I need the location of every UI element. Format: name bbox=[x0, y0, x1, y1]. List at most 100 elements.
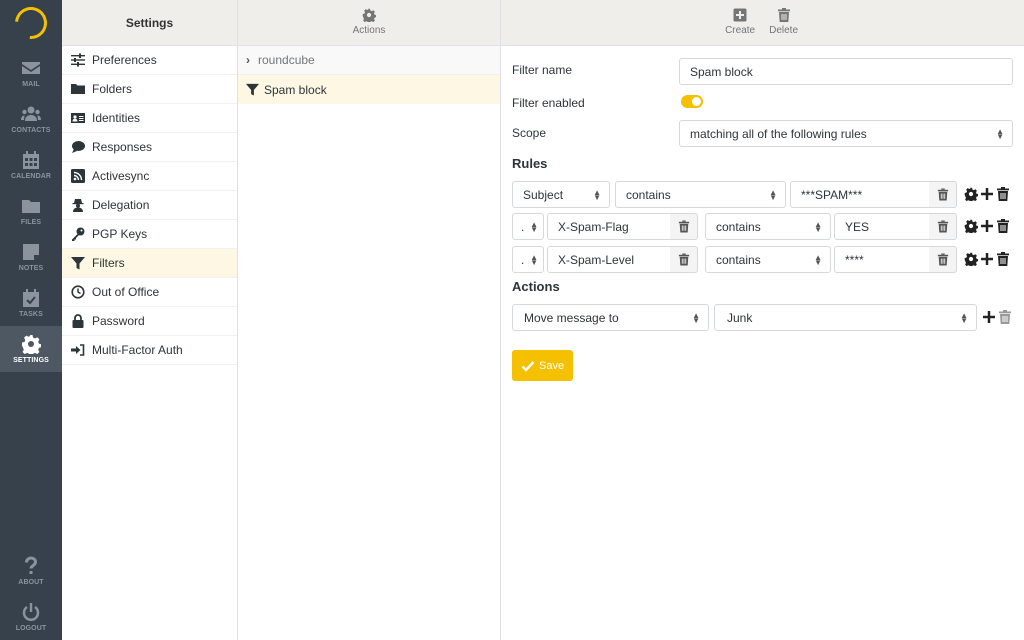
settings-item-label: Activesync bbox=[92, 169, 150, 183]
settings-item-filters[interactable]: Filters bbox=[62, 249, 237, 278]
rule-custom-header-value: X-Spam-Flag bbox=[558, 219, 629, 234]
nav-files[interactable]: FILES bbox=[0, 188, 62, 234]
settings-item-label: Preferences bbox=[92, 53, 157, 67]
filter-enabled-toggle[interactable] bbox=[681, 95, 703, 108]
filter-edit-panel: Create Delete Filter name Spam block Fil… bbox=[501, 0, 1024, 640]
nav-logout-label: LOGOUT bbox=[15, 625, 47, 632]
nav-calendar-label: CALENDAR bbox=[10, 173, 52, 180]
filter-set-row[interactable]: › roundcube bbox=[238, 46, 500, 75]
nav-about[interactable]: ABOUT bbox=[0, 548, 62, 594]
settings-item-delegation[interactable]: Delegation bbox=[62, 191, 237, 220]
action-type-select[interactable]: Move message to ▲ ▼ bbox=[512, 304, 709, 331]
scope-select[interactable]: matching all of the following rules ▲ ▼ bbox=[679, 120, 1013, 147]
actions-menu-button[interactable]: Actions bbox=[353, 8, 385, 36]
trash-icon bbox=[937, 188, 948, 201]
rule-custom-header-input[interactable]: X-Spam-Flag bbox=[547, 213, 671, 240]
trash-icon bbox=[678, 220, 689, 233]
nav-tasks[interactable]: TASKS bbox=[0, 280, 62, 326]
trash-icon bbox=[937, 220, 948, 233]
plus-icon[interactable] bbox=[980, 219, 994, 233]
create-button[interactable]: Create bbox=[725, 8, 755, 45]
clear-header-button[interactable] bbox=[670, 246, 698, 273]
settings-item-label: Identities bbox=[92, 111, 141, 125]
users-icon bbox=[21, 106, 41, 121]
folder-icon bbox=[22, 200, 40, 213]
trash-icon[interactable] bbox=[996, 219, 1010, 233]
scope-value: matching all of the following rules bbox=[690, 126, 867, 141]
nav-mail[interactable]: MAIL bbox=[0, 50, 62, 96]
rule-custom-header-value: X-Spam-Level bbox=[558, 252, 635, 267]
create-label: Create bbox=[725, 25, 756, 36]
plus-icon[interactable] bbox=[980, 187, 994, 201]
power-icon bbox=[22, 603, 40, 621]
delete-button[interactable]: Delete bbox=[769, 8, 798, 45]
nav-contacts-label: CONTACTS bbox=[11, 127, 51, 134]
gear-icon[interactable] bbox=[964, 219, 978, 233]
save-label: Save bbox=[539, 359, 565, 372]
settings-sidebar: Settings Preferences Folders Identities … bbox=[62, 0, 238, 640]
rule-value-input[interactable]: ***SPAM*** bbox=[790, 181, 930, 208]
settings-item-responses[interactable]: Responses bbox=[62, 133, 237, 162]
sliders-icon bbox=[70, 53, 85, 68]
nav-contacts[interactable]: CONTACTS bbox=[0, 96, 62, 142]
filter-name-input[interactable]: Spam block bbox=[679, 58, 1013, 85]
settings-item-folders[interactable]: Folders bbox=[62, 75, 237, 104]
rule-custom-header-input[interactable]: X-Spam-Level bbox=[547, 246, 671, 273]
settings-item-password[interactable]: Password bbox=[62, 307, 237, 336]
rule-value-input[interactable]: **** bbox=[834, 246, 930, 273]
nav-about-label: ABOUT bbox=[18, 579, 44, 586]
trash-icon[interactable] bbox=[998, 310, 1012, 324]
rule-header-select[interactable]: Subject ▲ ▼ bbox=[512, 181, 610, 208]
clear-value-button[interactable] bbox=[929, 181, 957, 208]
rule-actions bbox=[964, 252, 1010, 266]
clear-header-button[interactable] bbox=[670, 213, 698, 240]
settings-item-preferences[interactable]: Preferences bbox=[62, 46, 237, 75]
rule-value-input[interactable]: YES bbox=[834, 213, 930, 240]
settings-item-pgp-keys[interactable]: PGP Keys bbox=[62, 220, 237, 249]
trash-icon[interactable] bbox=[996, 252, 1010, 266]
nav-logout[interactable]: LOGOUT bbox=[0, 594, 62, 640]
rule-operator-select[interactable]: contains ▲ ▼ bbox=[705, 246, 831, 273]
select-caret-icon: ▲ ▼ bbox=[530, 252, 538, 267]
clock-icon bbox=[70, 285, 85, 300]
rss-icon bbox=[70, 169, 85, 184]
rule-operator-value: contains bbox=[716, 252, 761, 267]
calendar-icon bbox=[23, 151, 39, 169]
nav-calendar[interactable]: CALENDAR bbox=[0, 142, 62, 188]
select-caret-icon: ▲ ▼ bbox=[692, 310, 700, 325]
settings-header: Settings bbox=[62, 0, 237, 46]
comment-icon bbox=[70, 140, 85, 155]
trash-icon[interactable] bbox=[996, 187, 1010, 201]
clear-value-button[interactable] bbox=[929, 213, 957, 240]
settings-item-multi-factor-auth[interactable]: Multi-Factor Auth bbox=[62, 336, 237, 365]
rule-operator-select[interactable]: contains ▲ ▼ bbox=[705, 213, 831, 240]
settings-item-label: Folders bbox=[92, 82, 133, 96]
settings-item-identities[interactable]: Identities bbox=[62, 104, 237, 133]
save-button[interactable]: Save bbox=[512, 350, 573, 381]
settings-item-label: Out of Office bbox=[92, 285, 160, 299]
clear-value-button[interactable] bbox=[929, 246, 957, 273]
plus-icon[interactable] bbox=[982, 310, 996, 324]
lock-icon bbox=[70, 314, 85, 329]
settings-item-activesync[interactable]: Activesync bbox=[62, 162, 237, 191]
action-target-select[interactable]: Junk ▲ ▼ bbox=[714, 304, 977, 331]
gear-icon[interactable] bbox=[964, 187, 978, 201]
plus-square-icon bbox=[733, 8, 747, 22]
rule-header-value: . bbox=[521, 252, 525, 267]
settings-item-out-of-office[interactable]: Out of Office bbox=[62, 278, 237, 307]
rule-header-select[interactable]: . ▲ ▼ bbox=[512, 246, 544, 273]
nav-settings-label: SETTINGS bbox=[13, 357, 49, 364]
check-icon bbox=[521, 360, 535, 372]
filters-header: Actions bbox=[238, 0, 500, 46]
gear-icon[interactable] bbox=[964, 252, 978, 266]
rule-header-select[interactable]: . ▲ ▼ bbox=[512, 213, 544, 240]
folder-icon bbox=[70, 82, 85, 97]
settings-item-label: Delegation bbox=[92, 198, 150, 212]
rule-operator-select[interactable]: contains ▲ ▼ bbox=[615, 181, 786, 208]
filter-item-spam-block[interactable]: Spam block bbox=[238, 75, 500, 104]
nav-settings[interactable]: SETTINGS bbox=[0, 326, 62, 372]
plus-icon[interactable] bbox=[980, 252, 994, 266]
rule-value-text: **** bbox=[845, 252, 864, 267]
logo bbox=[8, 0, 54, 46]
nav-notes[interactable]: NOTES bbox=[0, 234, 62, 280]
